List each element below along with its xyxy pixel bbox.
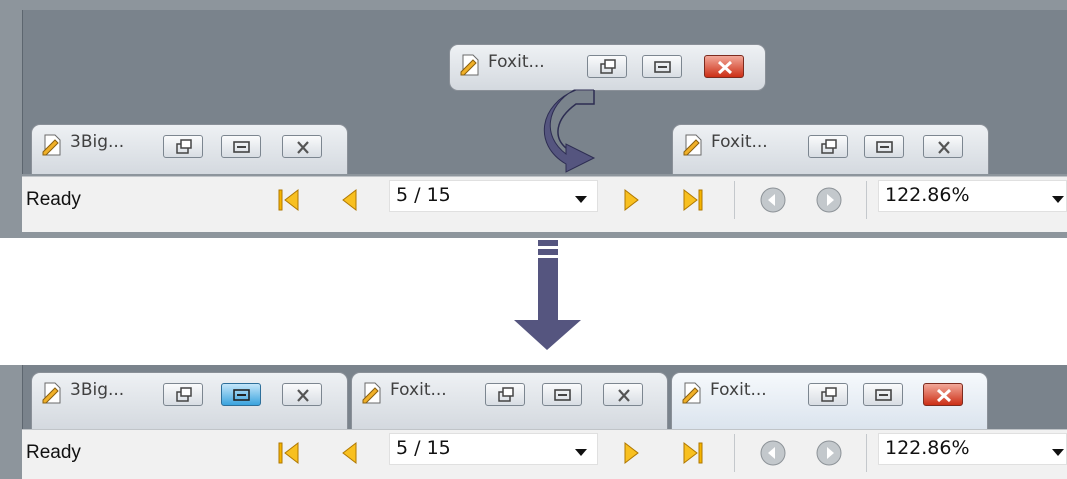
restore-icon [821, 139, 837, 154]
status-bar: Ready 5 / 15 122.86% [22, 429, 1067, 479]
restore-button[interactable] [587, 55, 627, 78]
status-bar: Ready 5 / 15 122.86% [22, 176, 1067, 232]
window-title: Foxit... [710, 380, 767, 400]
close-icon [938, 141, 950, 154]
move-arrow-icon [543, 89, 596, 173]
go-back-icon[interactable] [758, 438, 788, 468]
page-number-field[interactable]: 5 / 15 [389, 433, 598, 465]
foxit-document-icon [362, 382, 381, 404]
maximize-button[interactable] [221, 135, 261, 158]
restore-icon [600, 59, 616, 74]
maximize-button[interactable] [642, 55, 682, 78]
toolbar-separator [866, 181, 867, 219]
first-page-icon[interactable] [274, 185, 304, 215]
minimized-window-tab[interactable]: Foxit... [351, 372, 668, 429]
active-window-tab[interactable]: Foxit... [671, 372, 988, 429]
previous-page-icon[interactable] [335, 438, 365, 468]
foxit-document-icon [42, 382, 61, 404]
maximize-icon [554, 389, 571, 401]
close-icon [936, 388, 952, 403]
window-title: 3Big... [70, 380, 125, 400]
next-page-icon[interactable] [616, 438, 646, 468]
close-button[interactable] [282, 135, 322, 158]
restore-button[interactable] [808, 383, 848, 406]
foxit-document-icon [460, 54, 479, 76]
foxit-document-icon [683, 134, 702, 156]
foxit-document-icon [42, 134, 61, 156]
close-icon [297, 389, 309, 402]
last-page-icon[interactable] [678, 438, 708, 468]
maximize-button[interactable] [864, 135, 904, 158]
status-text: Ready [26, 189, 81, 210]
maximize-icon [876, 141, 893, 153]
close-button[interactable] [923, 383, 963, 406]
page-number-value: 5 / 15 [396, 184, 451, 206]
floating-window-title: Foxit... [488, 52, 545, 72]
status-text: Ready [26, 442, 81, 463]
close-button[interactable] [704, 55, 744, 78]
down-arrow-icon [514, 240, 581, 350]
floating-window-tab[interactable]: Foxit... [449, 44, 766, 91]
maximize-button[interactable] [542, 383, 582, 406]
minimized-window-tab[interactable]: 3Big... [31, 124, 348, 174]
restore-button[interactable] [163, 135, 203, 158]
close-button[interactable] [603, 383, 643, 406]
first-page-icon[interactable] [274, 438, 304, 468]
toolbar-separator [866, 434, 867, 472]
window-title: Foxit... [390, 380, 447, 400]
restore-button[interactable] [485, 383, 525, 406]
restore-icon [821, 387, 837, 402]
maximize-button[interactable] [221, 383, 261, 406]
close-button[interactable] [282, 383, 322, 406]
restore-icon [498, 387, 514, 402]
maximize-icon [875, 389, 892, 401]
minimized-window-tab[interactable]: Foxit... [672, 124, 989, 174]
zoom-dropdown-arrow-icon[interactable] [1052, 449, 1064, 456]
zoom-dropdown-arrow-icon[interactable] [1052, 196, 1064, 203]
zoom-field[interactable]: 122.86% [878, 180, 1067, 212]
restore-button[interactable] [808, 135, 848, 158]
go-back-icon[interactable] [758, 185, 788, 215]
window-title: Foxit... [711, 132, 768, 152]
zoom-field[interactable]: 122.86% [878, 433, 1067, 465]
next-page-icon[interactable] [616, 185, 646, 215]
maximize-button[interactable] [863, 383, 903, 406]
minimized-window-tab[interactable]: 3Big... [31, 372, 348, 429]
restore-icon [176, 139, 192, 154]
restore-icon [176, 387, 192, 402]
zoom-value: 122.86% [885, 437, 970, 459]
close-icon [618, 389, 630, 402]
page-number-field[interactable]: 5 / 15 [389, 180, 598, 212]
go-forward-icon[interactable] [814, 185, 844, 215]
maximize-icon [654, 61, 671, 73]
toolbar-separator [734, 181, 735, 219]
close-icon [717, 60, 733, 75]
page-dropdown-arrow-icon[interactable] [575, 449, 587, 456]
zoom-value: 122.86% [885, 184, 970, 206]
close-icon [297, 141, 309, 154]
maximize-icon [233, 389, 250, 401]
page-number-value: 5 / 15 [396, 437, 451, 459]
maximize-icon [233, 141, 250, 153]
close-button[interactable] [923, 135, 963, 158]
toolbar-separator [734, 434, 735, 472]
window-title: 3Big... [70, 132, 125, 152]
previous-page-icon[interactable] [335, 185, 365, 215]
restore-button[interactable] [163, 383, 203, 406]
go-forward-icon[interactable] [814, 438, 844, 468]
foxit-document-icon [682, 382, 701, 404]
last-page-icon[interactable] [678, 185, 708, 215]
page-dropdown-arrow-icon[interactable] [575, 196, 587, 203]
